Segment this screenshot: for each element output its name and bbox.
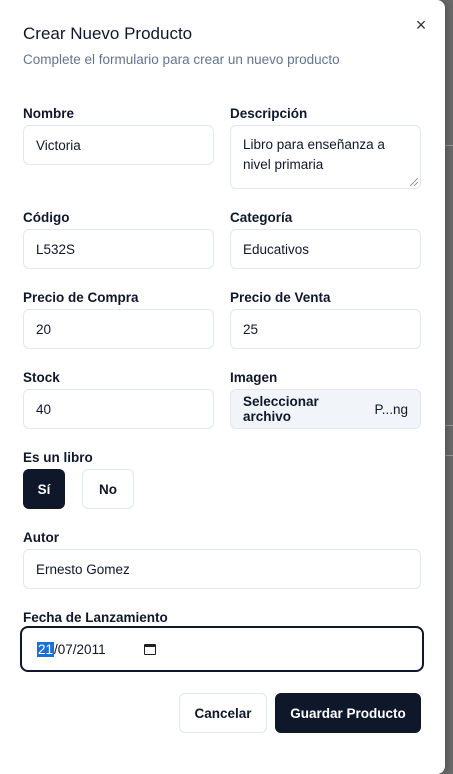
dialog-title: Crear Nuevo Producto — [23, 24, 193, 43]
stock-label: Stock — [23, 370, 60, 385]
precio-compra-input[interactable]: 20 — [23, 309, 214, 349]
descripcion-label: Descripción — [230, 106, 308, 121]
stock-input[interactable]: 40 — [23, 389, 214, 429]
date-day-segment[interactable]: 21 — [37, 641, 55, 657]
dialog-subtitle: Complete el formulario para crear un nue… — [23, 52, 340, 67]
save-product-button[interactable]: Guardar Producto — [275, 693, 421, 733]
descripcion-value: Libro para enseñanza a nivel primaria — [243, 137, 385, 172]
codigo-input[interactable]: L532S — [23, 229, 214, 269]
precio-venta-label: Precio de Venta — [230, 290, 331, 305]
create-product-dialog: × Crear Nuevo Producto Complete el formu… — [0, 0, 445, 774]
codigo-label: Código — [23, 210, 70, 225]
nombre-label: Nombre — [23, 106, 75, 121]
close-icon[interactable]: × — [410, 14, 432, 36]
resize-handle-icon[interactable] — [410, 178, 418, 186]
es-libro-label: Es un libro — [23, 450, 93, 465]
select-file-button[interactable]: Seleccionar archivo — [243, 394, 369, 424]
imagen-label: Imagen — [230, 370, 278, 385]
date-rest-segment[interactable]: /07/2011 — [54, 642, 106, 657]
es-libro-yes-button[interactable]: Sí — [23, 469, 65, 509]
autor-label: Autor — [23, 530, 59, 545]
file-name: P...ng — [374, 401, 408, 417]
imagen-file-input[interactable]: Seleccionar archivo P...ng — [230, 389, 421, 429]
fecha-label: Fecha de Lanzamiento — [23, 610, 168, 625]
nombre-input[interactable]: Victoria — [23, 125, 214, 165]
autor-input[interactable]: Ernesto Gomez — [23, 549, 421, 589]
fecha-date-input[interactable]: 21 /07/2011 — [20, 626, 424, 672]
precio-venta-input[interactable]: 25 — [230, 309, 421, 349]
categoria-label: Categoría — [230, 210, 293, 225]
categoria-input[interactable]: Educativos — [230, 229, 421, 269]
descripcion-textarea[interactable]: Libro para enseñanza a nivel primaria — [230, 125, 421, 189]
calendar-icon[interactable] — [143, 643, 156, 655]
es-libro-no-button[interactable]: No — [82, 469, 134, 509]
cancel-button[interactable]: Cancelar — [179, 693, 267, 733]
precio-compra-label: Precio de Compra — [23, 290, 139, 305]
